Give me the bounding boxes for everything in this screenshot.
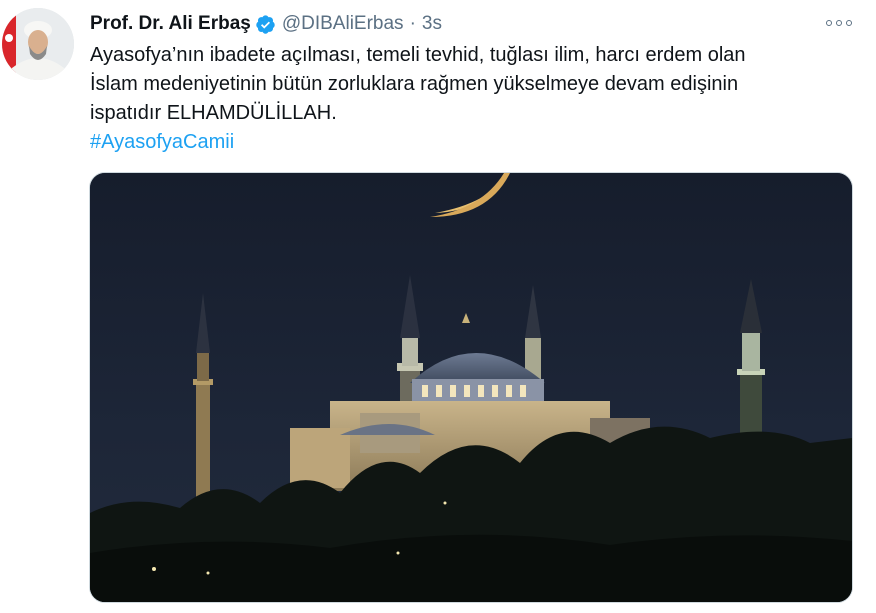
author-name[interactable]: Prof. Dr. Ali Erbaş: [90, 13, 251, 35]
more-dot: [836, 20, 842, 26]
tweet-timestamp[interactable]: 3s: [422, 13, 442, 35]
header-separator: ·: [409, 13, 416, 34]
more-dot: [826, 20, 832, 26]
author-handle[interactable]: @DIBAliErbas: [282, 13, 404, 35]
tweet-text-line: İslam medeniyetinin bütün zorluklara rağ…: [90, 73, 739, 95]
tweet-text: Ayasofya’nın ibadete açılması, temeli te…: [90, 41, 860, 157]
more-options-icon[interactable]: [826, 13, 852, 33]
tweet-text-line: ispatıdır ELHAMDÜLİLLAH.: [90, 102, 337, 124]
tweet-header: Prof. Dr. Ali Erbaş @DIBAliErbas · 3s: [90, 9, 442, 39]
avatar[interactable]: [2, 8, 74, 80]
verified-badge-icon: [256, 15, 275, 34]
tweet-media[interactable]: [89, 172, 853, 603]
tweet-text-line: Ayasofya’nın ibadete açılması, temeli te…: [90, 44, 746, 66]
hashtag-link[interactable]: #AyasofyaCamii: [90, 128, 860, 157]
tweet[interactable]: Prof. Dr. Ali Erbaş @DIBAliErbas · 3s Ay…: [0, 0, 876, 613]
more-dot: [846, 20, 852, 26]
avatar-photo: [2, 8, 74, 80]
mosque-night-photo: [90, 173, 852, 602]
